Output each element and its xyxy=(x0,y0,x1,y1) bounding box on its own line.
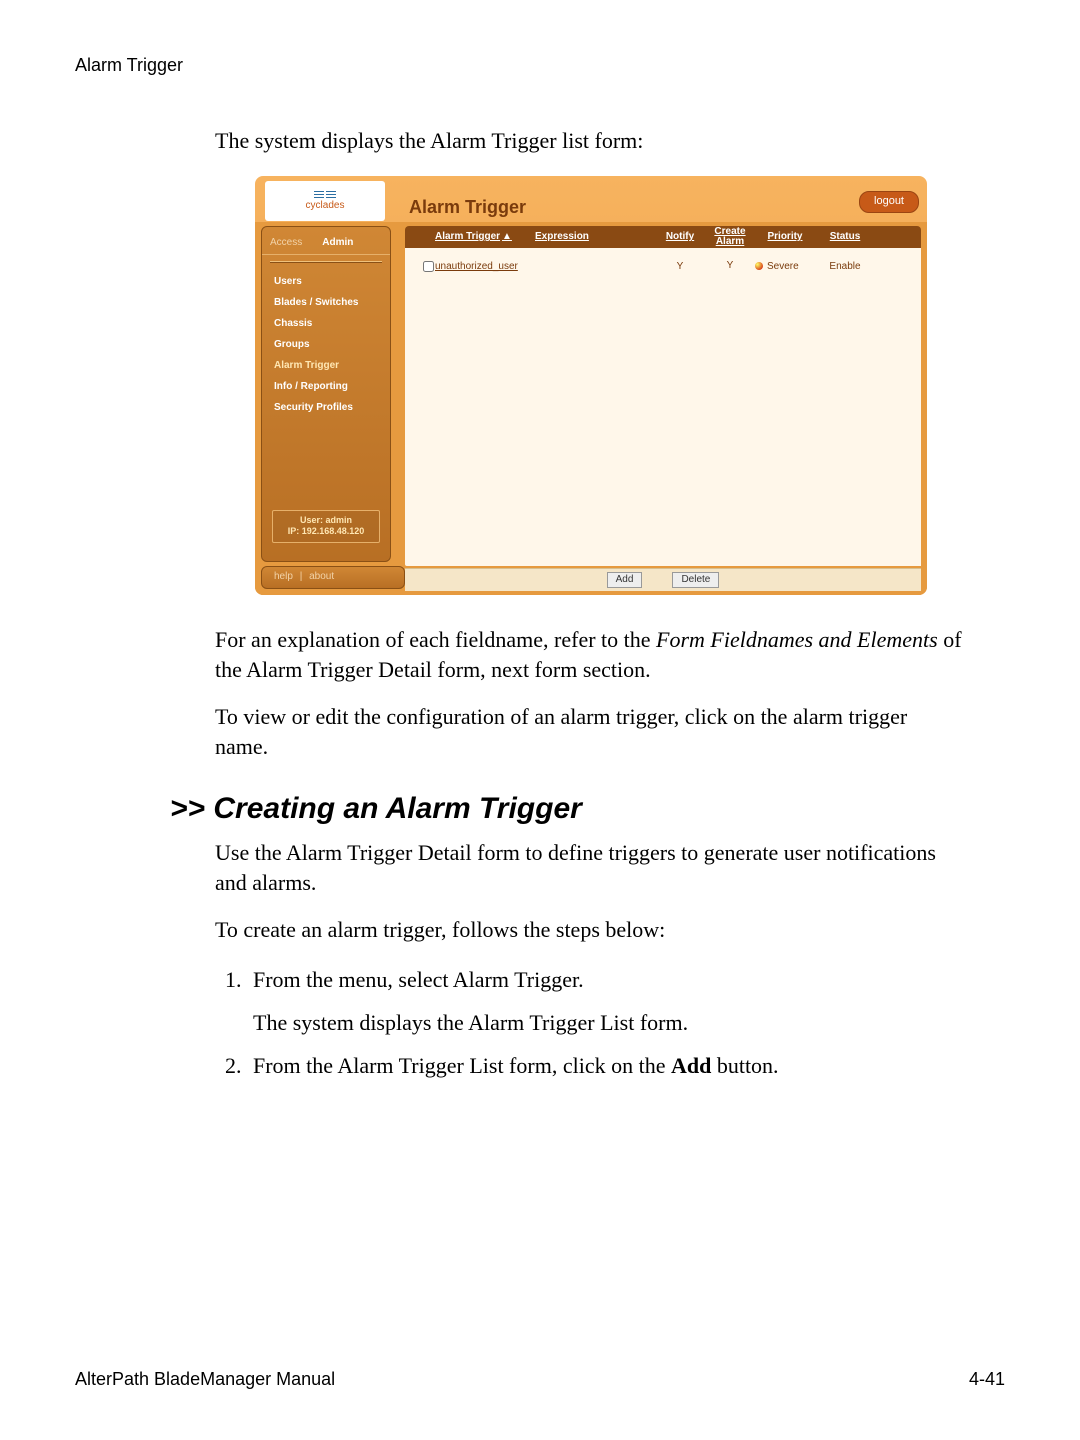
row-status: Enable xyxy=(815,261,875,272)
step-1-sub: The system displays the Alarm Trigger Li… xyxy=(253,1006,965,1039)
col-priority[interactable]: Priority xyxy=(755,231,815,242)
row-checkbox-cell xyxy=(419,258,435,275)
section-heading: >> Creating an Alarm Trigger xyxy=(170,792,1005,826)
app-title: Alarm Trigger xyxy=(385,197,859,222)
para-fieldnames: For an explanation of each fieldname, re… xyxy=(215,625,965,684)
row-name-link[interactable]: unauthorized_user xyxy=(435,261,535,272)
about-link[interactable]: about xyxy=(309,571,334,582)
brand-bars-icon xyxy=(314,191,336,199)
delete-button[interactable]: Delete xyxy=(672,572,719,588)
row-priority: Severe xyxy=(755,261,815,272)
tab-access[interactable]: Access xyxy=(270,237,302,248)
sidebar-item-blades[interactable]: Blades / Switches xyxy=(262,292,390,313)
priority-dot-icon xyxy=(755,262,763,270)
row-create-alarm: Y xyxy=(705,261,755,271)
sidebar-item-groups[interactable]: Groups xyxy=(262,334,390,355)
add-button[interactable]: Add xyxy=(607,572,643,588)
data-area: unauthorized_user Y Y Severe Enable xyxy=(405,248,921,566)
para-view-edit: To view or edit the configuration of an … xyxy=(215,702,965,761)
sidebar-tabs: Access Admin xyxy=(262,233,390,255)
steps-list: From the menu, select Alarm Trigger. The… xyxy=(215,963,965,1082)
para-creating-intro: Use the Alarm Trigger Detail form to def… xyxy=(215,838,965,897)
sort-up-icon: ▲ xyxy=(502,231,512,242)
ip-label: IP: 192.168.48.120 xyxy=(279,526,373,538)
sidebar-item-users[interactable]: Users xyxy=(262,271,390,292)
action-bar: Add Delete xyxy=(405,568,921,591)
sidebar-items: Users Blades / Switches Chassis Groups A… xyxy=(262,269,390,420)
logout-button[interactable]: logout xyxy=(859,191,919,213)
col-alarm-trigger[interactable]: Alarm Trigger▲ xyxy=(435,231,535,242)
footer-right: 4-41 xyxy=(969,1369,1005,1390)
col-create-alarm[interactable]: Create Alarm xyxy=(705,227,755,247)
step-2: From the Alarm Trigger List form, click … xyxy=(247,1049,965,1082)
row-checkbox[interactable] xyxy=(423,261,434,272)
col-expression[interactable]: Expression xyxy=(535,231,655,242)
col-notify[interactable]: Notify xyxy=(655,231,705,242)
help-bar: help | about xyxy=(261,566,405,589)
separator: | xyxy=(300,571,303,582)
page-footer: AlterPath BladeManager Manual 4-41 xyxy=(75,1369,1005,1390)
column-header-row: Alarm Trigger▲ Expression Notify Create … xyxy=(405,226,921,248)
sidebar-item-info[interactable]: Info / Reporting xyxy=(262,376,390,397)
page-header: Alarm Trigger xyxy=(75,55,1005,76)
sidebar-item-alarm-trigger[interactable]: Alarm Trigger xyxy=(262,355,390,376)
footer-left: AlterPath BladeManager Manual xyxy=(75,1369,335,1390)
row-notify: Y xyxy=(655,261,705,272)
table-row: unauthorized_user Y Y Severe Enable xyxy=(415,258,911,275)
tab-admin[interactable]: Admin xyxy=(322,237,353,248)
brand-logo: cyclades xyxy=(265,181,385,221)
screenshot: cyclades Alarm Trigger logout Access Adm… xyxy=(255,176,927,595)
sidebar-item-chassis[interactable]: Chassis xyxy=(262,313,390,334)
user-info-box: User: admin IP: 192.168.48.120 xyxy=(272,510,380,543)
sidebar-item-security[interactable]: Security Profiles xyxy=(262,397,390,418)
brand-text: cyclades xyxy=(306,201,345,211)
step-1: From the menu, select Alarm Trigger. The… xyxy=(247,963,965,1039)
app-window: cyclades Alarm Trigger logout Access Adm… xyxy=(255,176,927,595)
sidebar: Access Admin Users Blades / Switches Cha… xyxy=(261,226,391,562)
main-panel: Alarm Trigger▲ Expression Notify Create … xyxy=(405,226,921,591)
intro-text: The system displays the Alarm Trigger li… xyxy=(215,126,965,156)
col-status[interactable]: Status xyxy=(815,231,875,242)
app-header: cyclades Alarm Trigger logout xyxy=(255,176,927,222)
para-creating-steps-intro: To create an alarm trigger, follows the … xyxy=(215,915,965,945)
user-label: User: admin xyxy=(279,515,373,527)
help-link[interactable]: help xyxy=(274,571,293,582)
